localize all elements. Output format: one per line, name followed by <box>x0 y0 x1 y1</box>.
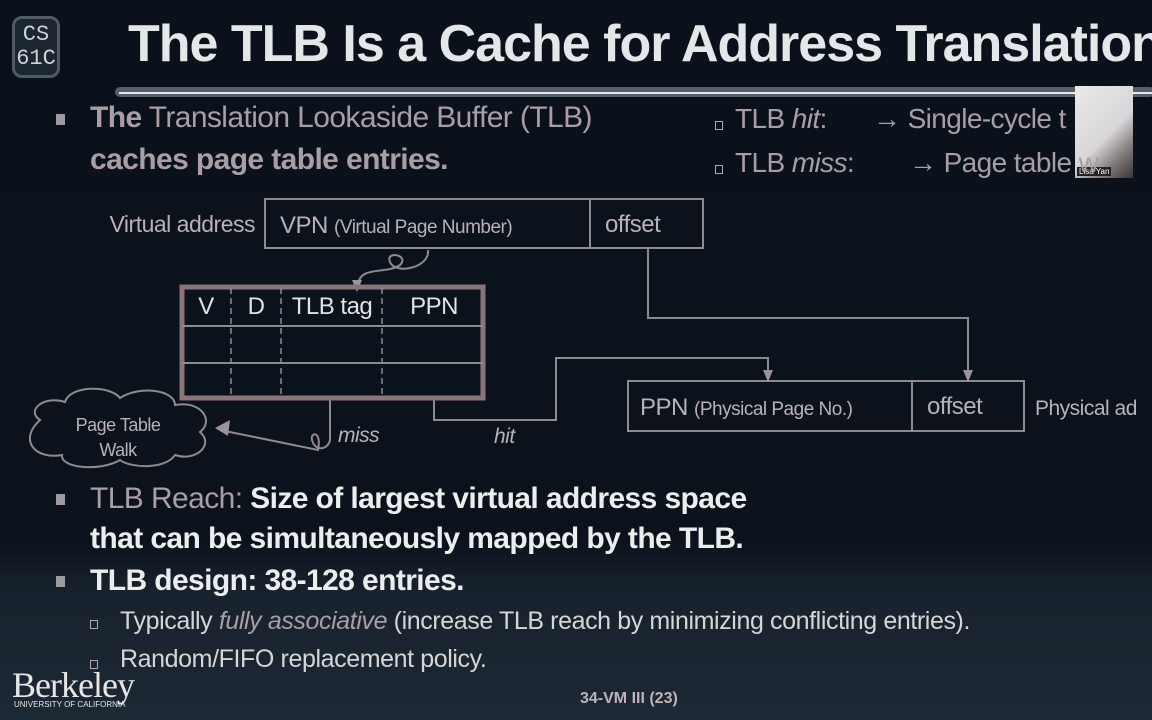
bullet-lead: TLB Reach <box>90 482 235 515</box>
ppn-desc: (Physical Page No.) <box>694 399 853 420</box>
berkeley-university: UNIVERSITY OF CALIFORNIA <box>14 700 126 709</box>
hit-label: hit <box>494 425 516 448</box>
virtual-address-label: Virtual address <box>110 211 256 237</box>
bullet-tlb-design: TLB design: 38-128 entries. <box>90 564 465 597</box>
sub-text: (increase TLB reach by minimizing confli… <box>387 607 971 635</box>
cloud-label: Walk <box>99 440 138 460</box>
vpn: VPN <box>280 212 328 239</box>
sub-em: fully associative <box>218 607 388 635</box>
sub-bullet-icon <box>90 620 98 629</box>
bullet-tlb-reach: TLB Reach: Size of largest virtual addre… <box>90 482 747 516</box>
tlb-header-ppn: PPN <box>410 293 458 320</box>
miss-arrow <box>219 400 331 452</box>
tlb-header-v: V <box>198 293 214 320</box>
physical-address-label: Physical ad <box>1035 397 1137 420</box>
sub-bullet-associativity: Typically fully associative (increase TL… <box>120 607 970 636</box>
bullet-icon <box>56 576 65 587</box>
vpn-arrow <box>357 249 429 286</box>
arrowhead <box>215 420 230 436</box>
miss-label: miss <box>338 424 380 447</box>
sub-text: Typically <box>120 607 219 635</box>
sub-bullet-replacement: Random/FIFO replacement policy. <box>120 645 487 673</box>
cloud-label: Page Table <box>76 415 161 435</box>
vpn-desc: (Virtual Page Number) <box>334 217 512 238</box>
bullet-line2: that can be simultaneously mapped by the… <box>90 522 744 555</box>
physical-offset-label: offset <box>927 393 983 420</box>
offset-label: offset <box>605 211 661 238</box>
slide-number: 34-VM III (23) <box>580 690 678 707</box>
ppn: PPN <box>640 394 688 421</box>
tlb-header-tag: TLB tag <box>292 293 373 320</box>
ppn-label: PPN (Physical Page No.) <box>640 394 853 421</box>
vpn-label: VPN (Virtual Page Number) <box>280 212 512 239</box>
tlb-header-d: D <box>248 293 265 320</box>
bullet-icon <box>56 494 65 505</box>
bullet-text: Size of largest virtual address space <box>242 482 747 515</box>
